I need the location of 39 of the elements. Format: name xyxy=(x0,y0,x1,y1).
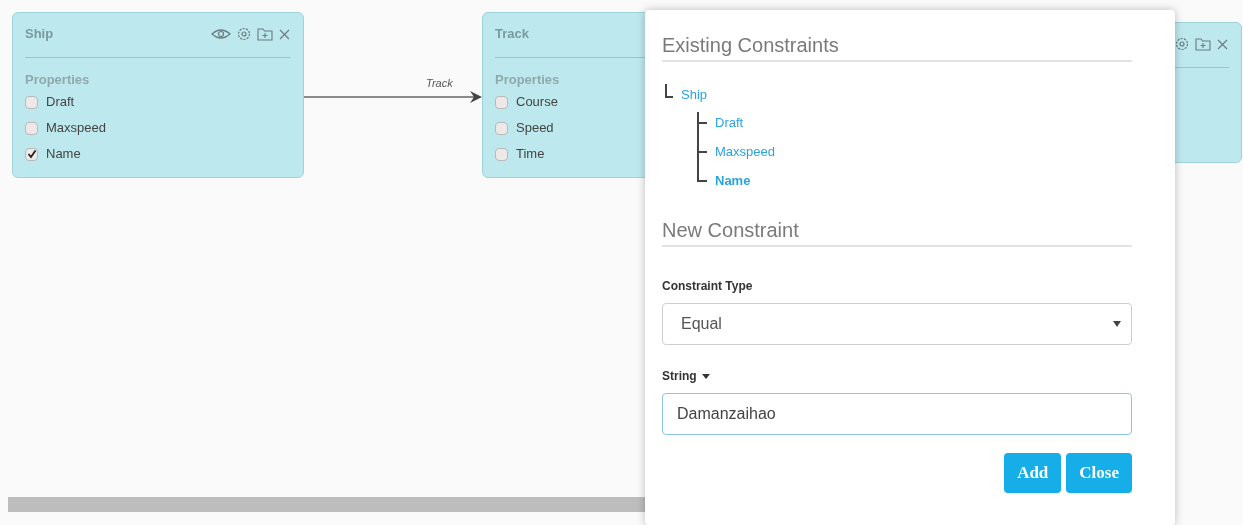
checkbox[interactable] xyxy=(25,95,38,109)
edge-label: Track xyxy=(426,76,453,91)
folder-add-icon[interactable] xyxy=(1195,37,1211,51)
checkbox[interactable] xyxy=(25,147,38,161)
node-title: Ship xyxy=(25,25,54,44)
node-title: Track xyxy=(495,25,529,44)
tree-item[interactable]: Maxspeed xyxy=(715,141,775,162)
dropdown-arrow-icon[interactable] xyxy=(1113,321,1121,327)
type-dropdown-label[interactable]: String xyxy=(662,367,697,385)
checkbox[interactable] xyxy=(495,95,508,109)
gear-icon[interactable] xyxy=(1174,36,1190,52)
node-card[interactable]: Ship Properties Draft Maxspeed Name xyxy=(12,12,304,178)
text-input-field[interactable]: Damanzaihao xyxy=(662,393,1132,435)
property-label: Name xyxy=(46,145,81,164)
checkbox[interactable] xyxy=(25,121,38,135)
constraint-type-select[interactable]: Equal xyxy=(662,303,1132,345)
property-label: Maxspeed xyxy=(46,119,106,138)
dialog-button[interactable]: Add xyxy=(1004,453,1062,493)
property-label: Time xyxy=(516,145,545,164)
tree-item[interactable]: Ship xyxy=(681,84,708,106)
dialog-button[interactable]: Close xyxy=(1066,453,1132,493)
tree-item[interactable]: Draft xyxy=(715,112,744,133)
field-label: Constraint Type xyxy=(662,278,754,295)
property-label: Speed xyxy=(516,119,554,138)
close-icon[interactable] xyxy=(278,27,291,41)
property-label: Course xyxy=(516,93,558,112)
section-label: Properties xyxy=(495,71,561,86)
gear-icon[interactable] xyxy=(236,26,252,42)
eye-icon[interactable] xyxy=(211,27,231,41)
close-icon[interactable] xyxy=(1216,37,1229,51)
caret-icon[interactable] xyxy=(701,373,710,379)
section-heading: New Constraint xyxy=(662,218,800,243)
tree-connector xyxy=(665,84,673,98)
folder-add-icon[interactable] xyxy=(257,27,273,41)
checkbox[interactable] xyxy=(495,147,508,161)
property-label: Draft xyxy=(46,93,75,112)
horizontal-scrollbar[interactable] xyxy=(8,497,648,512)
section-label: Properties xyxy=(25,71,91,86)
checkbox[interactable] xyxy=(495,121,508,135)
